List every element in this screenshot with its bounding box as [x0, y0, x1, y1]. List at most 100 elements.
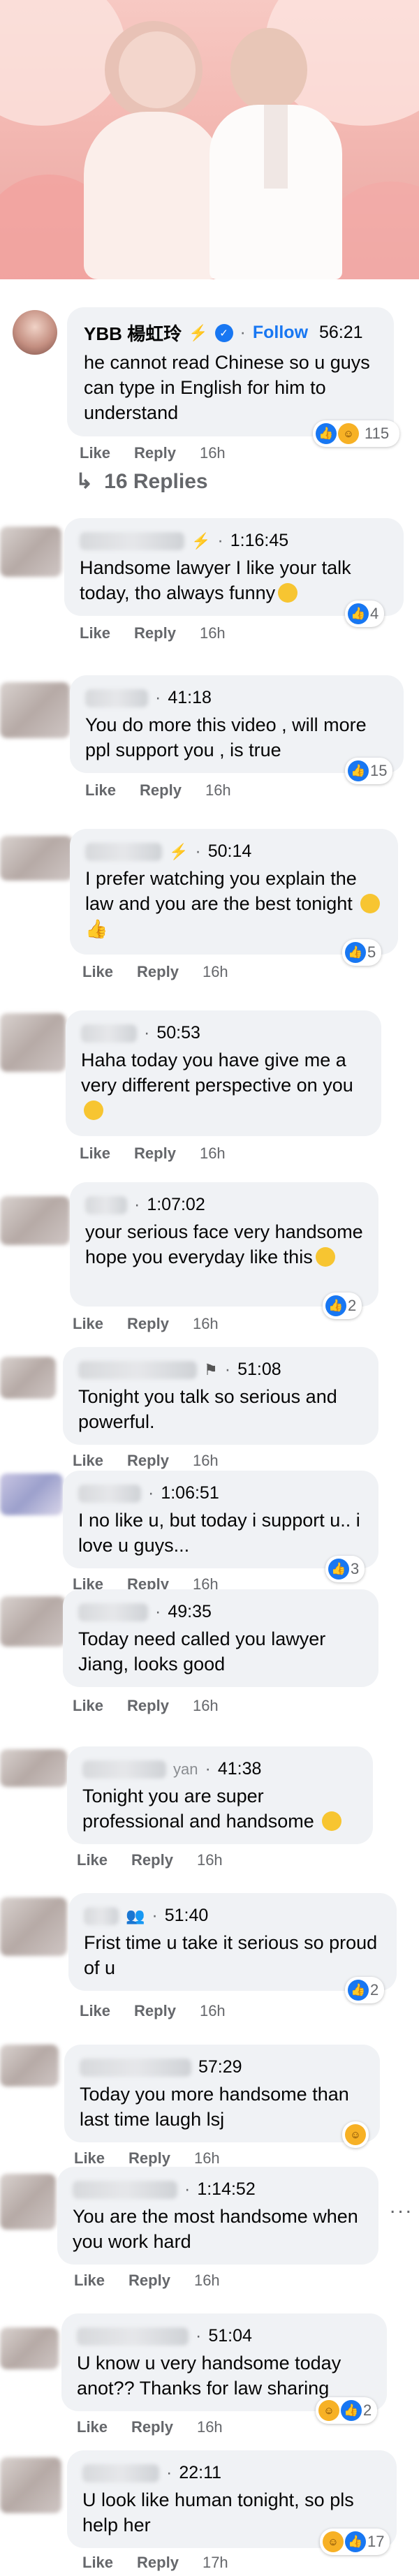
- avatar[interactable]: [0, 1749, 67, 1787]
- timestamp-link[interactable]: 50:14: [208, 841, 252, 862]
- blurred-name[interactable]: [85, 842, 162, 861]
- reaction-count[interactable]: ☺ 👍 17: [320, 2529, 390, 2555]
- comment-time[interactable]: 16h: [200, 2002, 226, 2020]
- blurred-name[interactable]: [80, 531, 184, 550]
- avatar[interactable]: [0, 1196, 70, 1245]
- reply-button[interactable]: Reply: [131, 2418, 173, 2436]
- avatar[interactable]: [0, 1473, 63, 1515]
- timestamp-link[interactable]: 51:08: [237, 1360, 281, 1380]
- blurred-name[interactable]: [84, 1906, 119, 1925]
- comment-time[interactable]: 16h: [200, 1145, 226, 1163]
- reaction-count[interactable]: 👍 15: [345, 758, 393, 784]
- like-button[interactable]: Like: [73, 1315, 103, 1333]
- comment-time[interactable]: 16h: [197, 1851, 223, 1869]
- blurred-name[interactable]: [85, 1195, 127, 1214]
- reply-button[interactable]: Reply: [131, 1851, 173, 1869]
- reply-button[interactable]: Reply: [134, 2002, 176, 2020]
- like-button[interactable]: Like: [77, 2418, 108, 2436]
- avatar[interactable]: [0, 527, 61, 577]
- comment-time[interactable]: 16h: [193, 1452, 219, 1470]
- like-button[interactable]: Like: [80, 624, 110, 642]
- blurred-name[interactable]: [73, 2180, 177, 2199]
- comment-time[interactable]: 17h: [203, 2554, 228, 2572]
- reply-button[interactable]: Reply: [127, 1315, 169, 1333]
- reaction-count[interactable]: ☺ 👍 2: [316, 2397, 378, 2424]
- avatar[interactable]: [0, 682, 70, 738]
- timestamp-link[interactable]: 49:35: [168, 1602, 212, 1622]
- blurred-name[interactable]: [85, 689, 148, 707]
- blurred-name[interactable]: [80, 2058, 191, 2077]
- blurred-name[interactable]: [78, 1603, 148, 1621]
- avatar[interactable]: [0, 2457, 61, 2513]
- like-button[interactable]: Like: [77, 1851, 108, 1869]
- commenter-name[interactable]: YBB 楊虹玲: [84, 320, 182, 346]
- avatar[interactable]: [0, 1897, 67, 1956]
- comment-time[interactable]: 16h: [194, 2272, 220, 2290]
- comment-time[interactable]: 16h: [203, 963, 228, 981]
- like-button[interactable]: Like: [73, 1697, 103, 1715]
- reply-button[interactable]: Reply: [134, 444, 176, 462]
- reply-button[interactable]: Reply: [134, 624, 176, 642]
- avatar[interactable]: [0, 2327, 59, 2369]
- timestamp-link[interactable]: 1:06:51: [161, 1483, 219, 1503]
- reaction-count[interactable]: 👍 2: [323, 1293, 362, 1319]
- name-tail[interactable]: yan: [173, 1760, 198, 1779]
- timestamp-link[interactable]: 41:18: [168, 688, 212, 708]
- reaction-count[interactable]: 👍 2: [345, 1977, 385, 2003]
- blurred-name[interactable]: [82, 1760, 166, 1779]
- like-button[interactable]: Like: [80, 444, 110, 462]
- blurred-name[interactable]: [77, 2327, 189, 2346]
- avatar[interactable]: [0, 1596, 66, 1647]
- avatar[interactable]: [0, 836, 73, 881]
- like-button[interactable]: Like: [82, 963, 113, 981]
- blurred-name[interactable]: [78, 1484, 141, 1503]
- comment-time[interactable]: 16h: [193, 1697, 219, 1715]
- timestamp-link[interactable]: 1:07:02: [147, 1195, 205, 1215]
- reaction-count[interactable]: 👍 4: [345, 601, 385, 627]
- comment-time[interactable]: 16h: [193, 1315, 219, 1333]
- reaction-count[interactable]: ☺: [342, 2121, 369, 2148]
- like-button[interactable]: Like: [82, 2554, 113, 2572]
- more-options-icon[interactable]: ...: [390, 2195, 413, 2218]
- reply-button[interactable]: Reply: [134, 1145, 176, 1163]
- reply-button[interactable]: Reply: [137, 963, 179, 981]
- timestamp-link[interactable]: 57:29: [198, 2057, 242, 2077]
- reply-button[interactable]: Reply: [128, 2272, 170, 2290]
- reply-button[interactable]: Reply: [127, 1697, 169, 1715]
- reply-button[interactable]: Reply: [137, 2554, 179, 2572]
- blurred-name[interactable]: [82, 2464, 159, 2482]
- like-button[interactable]: Like: [73, 1452, 103, 1470]
- like-button[interactable]: Like: [80, 1145, 110, 1163]
- like-button[interactable]: Like: [74, 2272, 105, 2290]
- blurred-name[interactable]: [81, 1024, 137, 1043]
- timestamp-link[interactable]: 50:53: [156, 1023, 200, 1043]
- like-button[interactable]: Like: [85, 781, 116, 800]
- view-replies[interactable]: ↳ 16 Replies: [75, 469, 208, 494]
- like-button[interactable]: Like: [80, 2002, 110, 2020]
- reply-button[interactable]: Reply: [140, 781, 182, 800]
- reaction-count[interactable]: 👍 3: [325, 1556, 365, 1582]
- avatar[interactable]: [13, 310, 57, 355]
- reaction-count[interactable]: 👍 ☺ 115: [313, 420, 399, 447]
- reply-button[interactable]: Reply: [128, 2149, 170, 2167]
- avatar[interactable]: [0, 1357, 56, 1399]
- reaction-count[interactable]: 👍 5: [342, 939, 382, 966]
- timestamp-link[interactable]: 51:04: [208, 2326, 252, 2346]
- timestamp-link[interactable]: 41:38: [218, 1759, 262, 1779]
- timestamp-link[interactable]: 1:16:45: [230, 531, 288, 551]
- timestamp-link[interactable]: 1:14:52: [197, 2179, 255, 2200]
- comment-time[interactable]: 16h: [197, 2418, 223, 2436]
- timestamp-link[interactable]: 22:11: [179, 2463, 221, 2483]
- avatar[interactable]: [0, 1013, 66, 1072]
- avatar[interactable]: [0, 2174, 56, 2230]
- timestamp-link[interactable]: 56:21: [319, 323, 363, 343]
- comment-time[interactable]: 16h: [205, 781, 231, 800]
- blurred-name[interactable]: [78, 1360, 197, 1379]
- comment-time[interactable]: 16h: [200, 624, 226, 642]
- reply-button[interactable]: Reply: [127, 1452, 169, 1470]
- follow-button[interactable]: Follow: [253, 323, 308, 343]
- timestamp-link[interactable]: 51:40: [165, 1906, 209, 1926]
- like-button[interactable]: Like: [74, 2149, 105, 2167]
- comment-time[interactable]: 16h: [200, 444, 226, 462]
- avatar[interactable]: [0, 2045, 59, 2086]
